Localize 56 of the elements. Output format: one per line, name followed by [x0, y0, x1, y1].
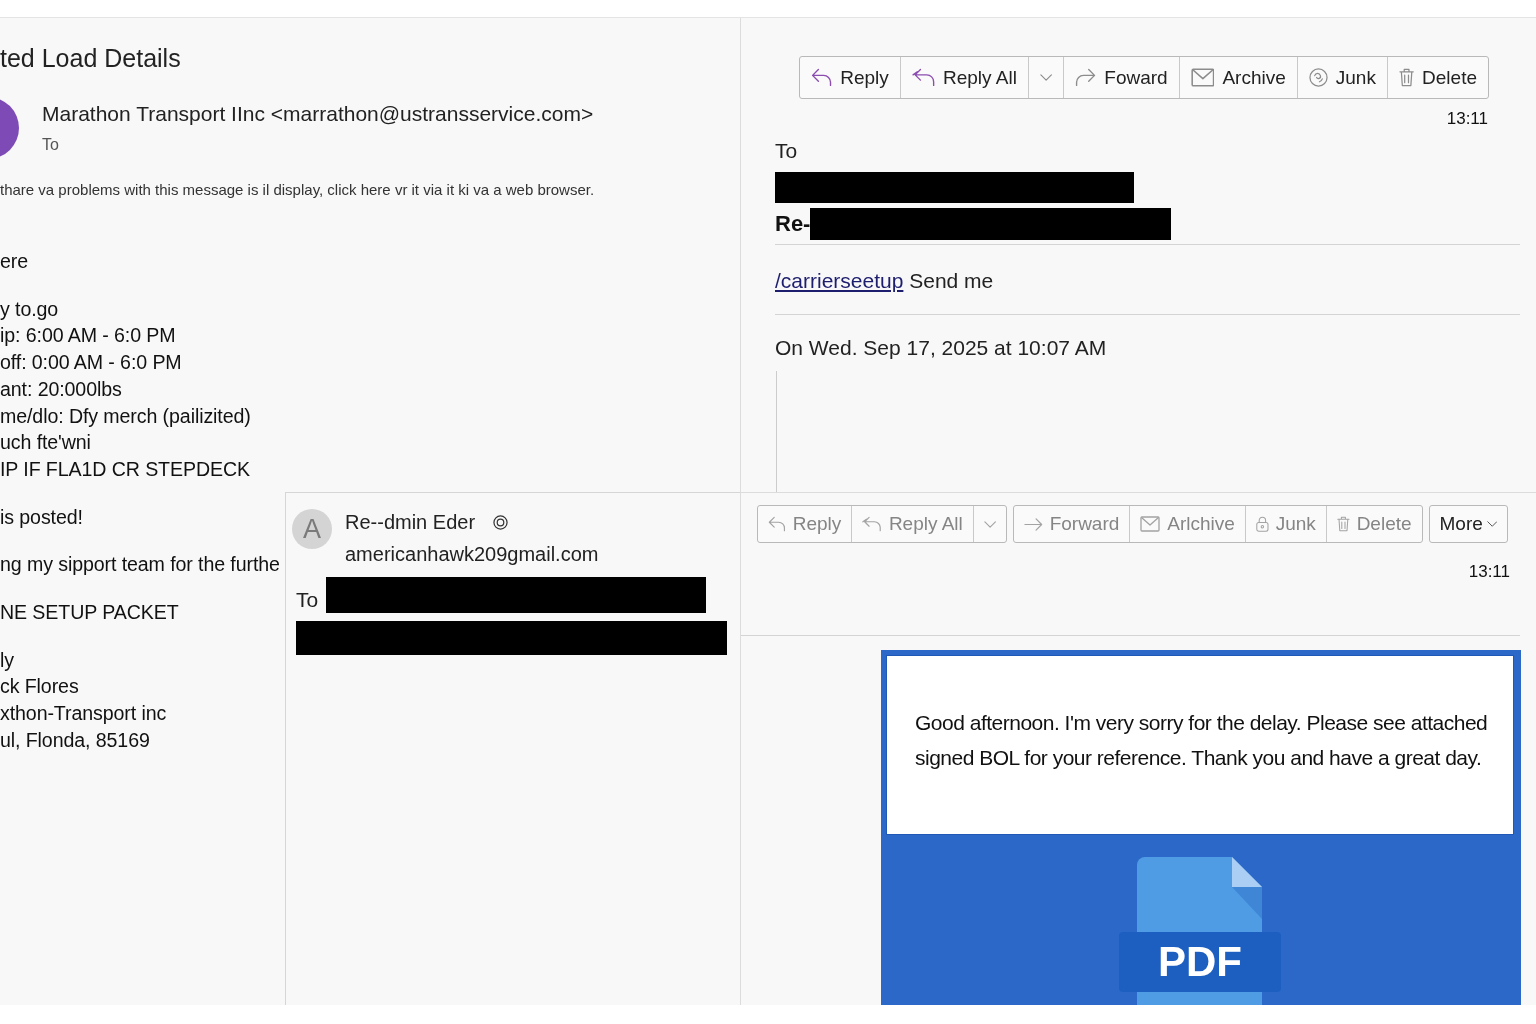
- recipient-label: To: [775, 138, 798, 164]
- padlock-icon: [1255, 516, 1269, 532]
- body-line: xthon-Transport inc: [0, 701, 167, 727]
- reply-all-icon: [911, 68, 935, 87]
- reply-icon: [811, 68, 833, 87]
- timestamp: 13:11: [1468, 562, 1510, 582]
- message-text: /carrierseetup Send me: [775, 268, 994, 294]
- body-line: ly: [0, 647, 14, 673]
- chevron-down-icon: [1486, 521, 1498, 527]
- link[interactable]: /carrierseetup: [775, 269, 904, 292]
- reply-button[interactable]: Reply: [800, 57, 900, 98]
- forward-button[interactable]: Foward: [1063, 57, 1179, 98]
- notice-text: thare va problems with this message is il display, click here vr it via it ki va a web browser.: [0, 181, 595, 199]
- body-line: ere: [0, 249, 29, 274]
- chevron-down-icon: [983, 520, 997, 528]
- delete-button[interactable]: Delete: [1386, 57, 1488, 98]
- body-line: ip: 6:00 AM - 6:0 PM: [0, 323, 176, 349]
- body-line: ng my sipport team for the furthe: [0, 552, 280, 578]
- envelope-icon: [1190, 68, 1215, 87]
- subject-prefix: Re-: [775, 211, 811, 237]
- email-subject: ted Load Details: [0, 43, 181, 73]
- reply-all-button[interactable]: Reply All: [899, 57, 1028, 98]
- ring-icon: [493, 514, 509, 530]
- sender-address: Marathon Transport IInc <marrathon@ustransservice.com>: [42, 102, 594, 126]
- body-line: NE SETUP PACKET: [0, 600, 179, 626]
- timestamp: 13:11: [1446, 109, 1488, 129]
- sender-name: Re--dmin Eder: [345, 510, 476, 535]
- body-line: IP IF FLA1D CR STEPDECK: [0, 456, 250, 482]
- body-line: uch fte'wni: [0, 430, 91, 456]
- body-line: off: 0:00 AM - 6:0 PM: [0, 350, 182, 376]
- body-line: is posted!: [0, 504, 83, 530]
- trash-icon: [1398, 68, 1415, 87]
- body-line: y to.go: [0, 296, 59, 322]
- forward-arrow-icon: [1024, 517, 1043, 531]
- message-text: Good afternoon. I'm very sorry for the delay. Please see attached signed BOL for your reference. Thank you and have a great day.: [915, 710, 1489, 771]
- recipient-label: To: [296, 587, 319, 613]
- sender-email: americanhawk209gmail.com: [345, 542, 599, 567]
- avatar: A: [292, 509, 332, 549]
- envelope-icon: [1140, 516, 1161, 532]
- forward-arrow-icon: [1075, 68, 1097, 87]
- recipient-label: To: [42, 135, 59, 155]
- avatar: [0, 97, 19, 159]
- chevron-down-icon: [1039, 74, 1053, 81]
- quote-header: On Wed. Sep 17, 2025 at 10:07 AM: [775, 335, 1107, 361]
- junk-button[interactable]: Junk: [1296, 57, 1387, 98]
- reply-all-icon: [862, 516, 882, 532]
- archive-button[interactable]: Archive: [1178, 57, 1297, 98]
- body-line: ul, Flonda, 85169: [0, 727, 150, 753]
- more-button[interactable]: More: [1429, 506, 1508, 542]
- body-line: ant: 20:000lbs: [0, 376, 122, 402]
- reply-icon: [768, 516, 786, 532]
- body-line: me/dlo: Dfy merch (pailizited): [0, 403, 251, 429]
- trash-icon: [1336, 516, 1350, 532]
- body-line: ck Flores: [0, 674, 79, 700]
- swirl-circle-icon: [1308, 68, 1328, 87]
- file-type-label: PDF: [1119, 932, 1281, 992]
